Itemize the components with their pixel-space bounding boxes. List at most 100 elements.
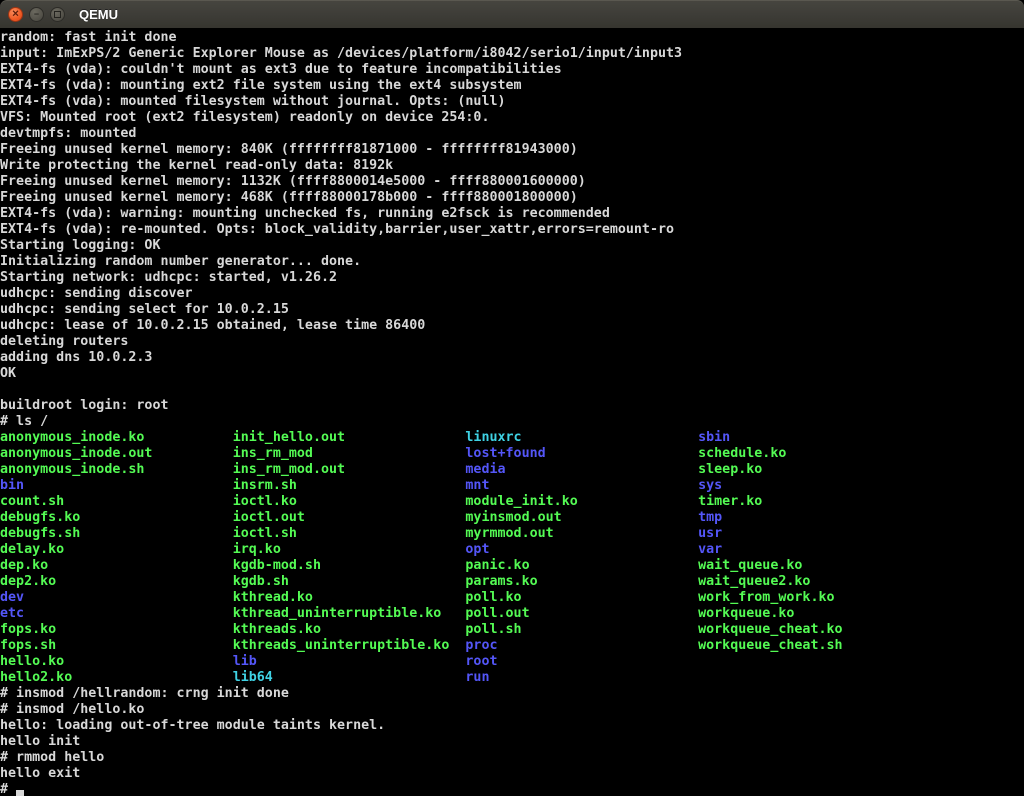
terminal-line: hello.ko lib root: [0, 654, 1024, 670]
terminal-line: adding dns 10.0.2.3: [0, 350, 1024, 366]
file-entry: kthreads.ko: [233, 622, 466, 637]
window-title: QEMU: [79, 7, 118, 22]
terminal-text: hello init: [0, 734, 80, 749]
terminal-line: buildroot login: root: [0, 398, 1024, 414]
terminal-line: hello2.ko lib64 run: [0, 670, 1024, 686]
terminal-line: Write protecting the kernel read-only da…: [0, 158, 1024, 174]
terminal-line: hello init: [0, 734, 1024, 750]
terminal-text: EXT4-fs (vda): mounted filesystem withou…: [0, 94, 506, 109]
file-entry: lib64: [233, 670, 466, 685]
terminal-line: bin insrm.sh mnt sys: [0, 478, 1024, 494]
file-entry: opt: [465, 542, 698, 557]
close-button[interactable]: ✕: [8, 7, 23, 22]
file-entry: var: [698, 542, 722, 557]
file-entry: work_from_work.ko: [698, 590, 834, 605]
terminal-line: fops.sh kthreads_uninterruptible.ko proc…: [0, 638, 1024, 654]
terminal-line: anonymous_inode.out ins_rm_mod lost+foun…: [0, 446, 1024, 462]
terminal-text: EXT4-fs (vda): warning: mounting uncheck…: [0, 206, 610, 221]
terminal-line: EXT4-fs (vda): couldn't mount as ext3 du…: [0, 62, 1024, 78]
terminal-line: anonymous_inode.ko init_hello.out linuxr…: [0, 430, 1024, 446]
terminal-line: hello: loading out-of-tree module taints…: [0, 718, 1024, 734]
file-entry: workqueue.ko: [698, 606, 794, 621]
terminal-line: udhcpc: lease of 10.0.2.15 obtained, lea…: [0, 318, 1024, 334]
terminal-text: buildroot login: root: [0, 398, 169, 413]
window-controls: ✕ –: [0, 7, 65, 22]
file-entry: delay.ko: [0, 542, 233, 557]
file-entry: tmp: [698, 510, 722, 525]
terminal-line: [0, 382, 1024, 398]
file-entry: wait_queue.ko: [698, 558, 802, 573]
terminal-line: Freeing unused kernel memory: 840K (ffff…: [0, 142, 1024, 158]
file-entry: lost+found: [465, 446, 698, 461]
file-entry: ioctl.out: [233, 510, 466, 525]
terminal-line: EXT4-fs (vda): re-mounted. Opts: block_v…: [0, 222, 1024, 238]
file-entry: anonymous_inode.sh: [0, 462, 233, 477]
terminal-text: # rmmod hello: [0, 750, 104, 765]
terminal-text: EXT4-fs (vda): couldn't mount as ext3 du…: [0, 62, 562, 77]
terminal-text: udhcpc: lease of 10.0.2.15 obtained, lea…: [0, 318, 425, 333]
maximize-button[interactable]: [50, 7, 65, 22]
terminal-text: input: ImExPS/2 Generic Explorer Mouse a…: [0, 46, 682, 61]
terminal-text: Write protecting the kernel read-only da…: [0, 158, 393, 173]
file-entry: run: [465, 670, 489, 685]
terminal-line: # ls /: [0, 414, 1024, 430]
terminal-text: Starting logging: OK: [0, 238, 160, 253]
terminal-text: hello exit: [0, 766, 80, 781]
file-entry: root: [465, 654, 497, 669]
file-entry: hello.ko: [0, 654, 233, 669]
terminal-line: debugfs.ko ioctl.out myinsmod.out tmp: [0, 510, 1024, 526]
terminal-text: VFS: Mounted root (ext2 filesystem) read…: [0, 110, 489, 125]
file-entry: ins_rm_mod: [233, 446, 466, 461]
file-entry: hello2.ko: [0, 670, 233, 685]
terminal-line: Starting logging: OK: [0, 238, 1024, 254]
terminal-screen[interactable]: random: fast init doneinput: ImExPS/2 Ge…: [0, 28, 1024, 796]
file-entry: fops.ko: [0, 622, 233, 637]
terminal-line: Freeing unused kernel memory: 1132K (fff…: [0, 174, 1024, 190]
terminal-text: hello: loading out-of-tree module taints…: [0, 718, 385, 733]
minimize-button[interactable]: –: [29, 7, 44, 22]
terminal-line: EXT4-fs (vda): mounted filesystem withou…: [0, 94, 1024, 110]
maximize-icon: [54, 11, 61, 18]
terminal-text: OK: [0, 366, 16, 381]
file-entry: fops.sh: [0, 638, 233, 653]
file-entry: kthread_uninterruptible.ko: [233, 606, 466, 621]
terminal-text: random: fast init done: [0, 30, 177, 45]
terminal-line: count.sh ioctl.ko module_init.ko timer.k…: [0, 494, 1024, 510]
file-entry: anonymous_inode.ko: [0, 430, 233, 445]
file-entry: schedule.ko: [698, 446, 786, 461]
file-entry: debugfs.sh: [0, 526, 233, 541]
file-entry: bin: [0, 478, 233, 493]
terminal-line: EXT4-fs (vda): warning: mounting uncheck…: [0, 206, 1024, 222]
terminal-text: # ls /: [0, 414, 48, 429]
file-entry: workqueue_cheat.sh: [698, 638, 842, 653]
file-entry: ioctl.ko: [233, 494, 466, 509]
terminal-line: fops.ko kthreads.ko poll.sh workqueue_ch…: [0, 622, 1024, 638]
file-entry: lib: [233, 654, 466, 669]
window-titlebar[interactable]: ✕ – QEMU: [0, 0, 1024, 28]
terminal-text: deleting routers: [0, 334, 128, 349]
file-entry: anonymous_inode.out: [0, 446, 233, 461]
file-entry: insrm.sh: [233, 478, 466, 493]
terminal-text: Initializing random number generator... …: [0, 254, 361, 269]
terminal-line: dep.ko kgdb-mod.sh panic.ko wait_queue.k…: [0, 558, 1024, 574]
file-entry: myinsmod.out: [465, 510, 698, 525]
terminal-line: # insmod /hellrandom: crng init done: [0, 686, 1024, 702]
terminal-line: deleting routers: [0, 334, 1024, 350]
file-entry: workqueue_cheat.ko: [698, 622, 842, 637]
terminal-line: delay.ko irq.ko opt var: [0, 542, 1024, 558]
terminal-line: VFS: Mounted root (ext2 filesystem) read…: [0, 110, 1024, 126]
terminal-text: Freeing unused kernel memory: 840K (ffff…: [0, 142, 578, 157]
terminal-line: OK: [0, 366, 1024, 382]
terminal-text: # insmod /hellrandom: crng init done: [0, 686, 289, 701]
terminal-text: #: [0, 782, 16, 796]
file-entry: ins_rm_mod.out: [233, 462, 466, 477]
terminal-text: adding dns 10.0.2.3: [0, 350, 152, 365]
file-entry: dep.ko: [0, 558, 233, 573]
file-entry: count.sh: [0, 494, 233, 509]
terminal-line: EXT4-fs (vda): mounting ext2 file system…: [0, 78, 1024, 94]
file-entry: params.ko: [465, 574, 698, 589]
file-entry: init_hello.out: [233, 430, 466, 445]
file-entry: media: [465, 462, 698, 477]
terminal-line: hello exit: [0, 766, 1024, 782]
terminal-cursor: [16, 790, 24, 796]
